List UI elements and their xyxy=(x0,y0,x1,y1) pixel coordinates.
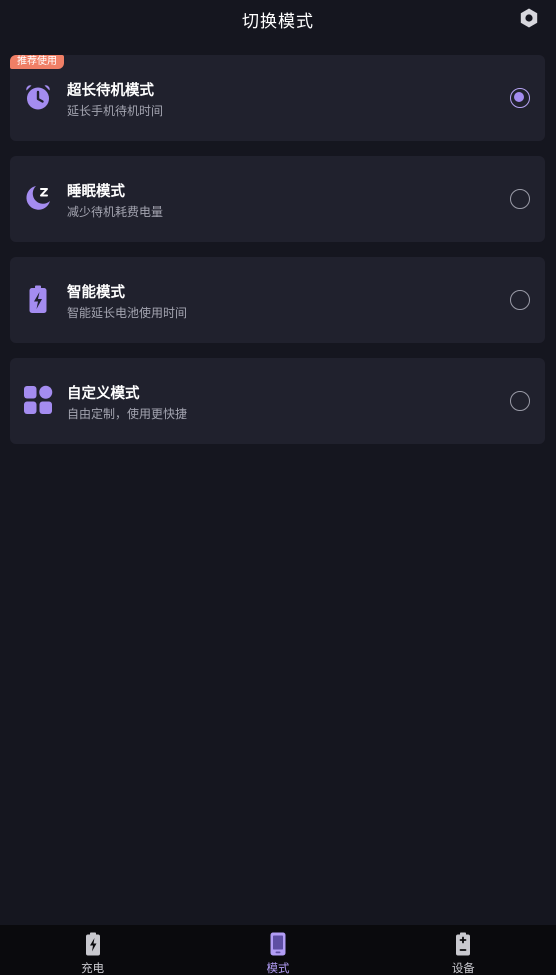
settings-button[interactable] xyxy=(517,6,541,30)
mode-card-sleep[interactable]: 睡眠模式 减少待机耗费电量 xyxy=(10,156,545,242)
battery-plus-minus-icon xyxy=(451,931,475,957)
gear-icon xyxy=(520,8,538,28)
mode-title: 睡眠模式 xyxy=(67,184,125,200)
page-title: 切换模式 xyxy=(242,12,314,32)
bottom-nav: 充电 模式 设备 xyxy=(0,925,556,975)
mode-card-custom[interactable]: 自定义模式 自由定制，使用更快捷 xyxy=(10,358,545,444)
mode-radio[interactable] xyxy=(510,290,530,310)
nav-item-device[interactable]: 设备 xyxy=(371,925,556,975)
mode-description: 延长手机待机时间 xyxy=(67,104,164,118)
alarm-clock-icon xyxy=(22,81,54,113)
mode-title: 智能模式 xyxy=(67,285,125,301)
nav-item-mode[interactable]: 模式 xyxy=(185,925,370,975)
mode-title: 自定义模式 xyxy=(67,386,140,402)
phone-icon xyxy=(266,931,290,957)
nav-item-charging[interactable]: 充电 xyxy=(0,925,185,975)
mode-description: 减少待机耗费电量 xyxy=(67,205,164,219)
nav-label: 模式 xyxy=(266,961,290,975)
mode-radio[interactable] xyxy=(510,391,530,411)
mode-description: 智能延长电池使用时间 xyxy=(67,306,188,320)
apps-grid-icon xyxy=(22,384,54,416)
mode-list: 推荐使用 超长待机模式 延长手机待机时间 睡眠模式 减少待机耗费电量 智能模式 … xyxy=(10,55,545,459)
mode-description: 自由定制，使用更快捷 xyxy=(67,407,188,421)
app-screen: 切换模式 推荐使用 超长待机模式 延长手机待机时间 睡眠模式 减少待机耗费电量 … xyxy=(0,0,556,975)
mode-radio[interactable] xyxy=(510,189,530,209)
mode-card-long-standby[interactable]: 推荐使用 超长待机模式 延长手机待机时间 xyxy=(10,55,545,141)
header: 切换模式 xyxy=(0,0,556,36)
nav-label: 设备 xyxy=(451,961,475,975)
recommend-badge: 推荐使用 xyxy=(10,55,64,69)
nav-label: 充电 xyxy=(81,961,105,975)
battery-bolt-icon xyxy=(81,931,105,957)
moon-sleep-icon xyxy=(22,182,54,214)
mode-card-smart[interactable]: 智能模式 智能延长电池使用时间 xyxy=(10,257,545,343)
battery-charging-icon xyxy=(22,283,54,315)
mode-radio-selected[interactable] xyxy=(510,88,530,108)
mode-title: 超长待机模式 xyxy=(67,83,154,99)
